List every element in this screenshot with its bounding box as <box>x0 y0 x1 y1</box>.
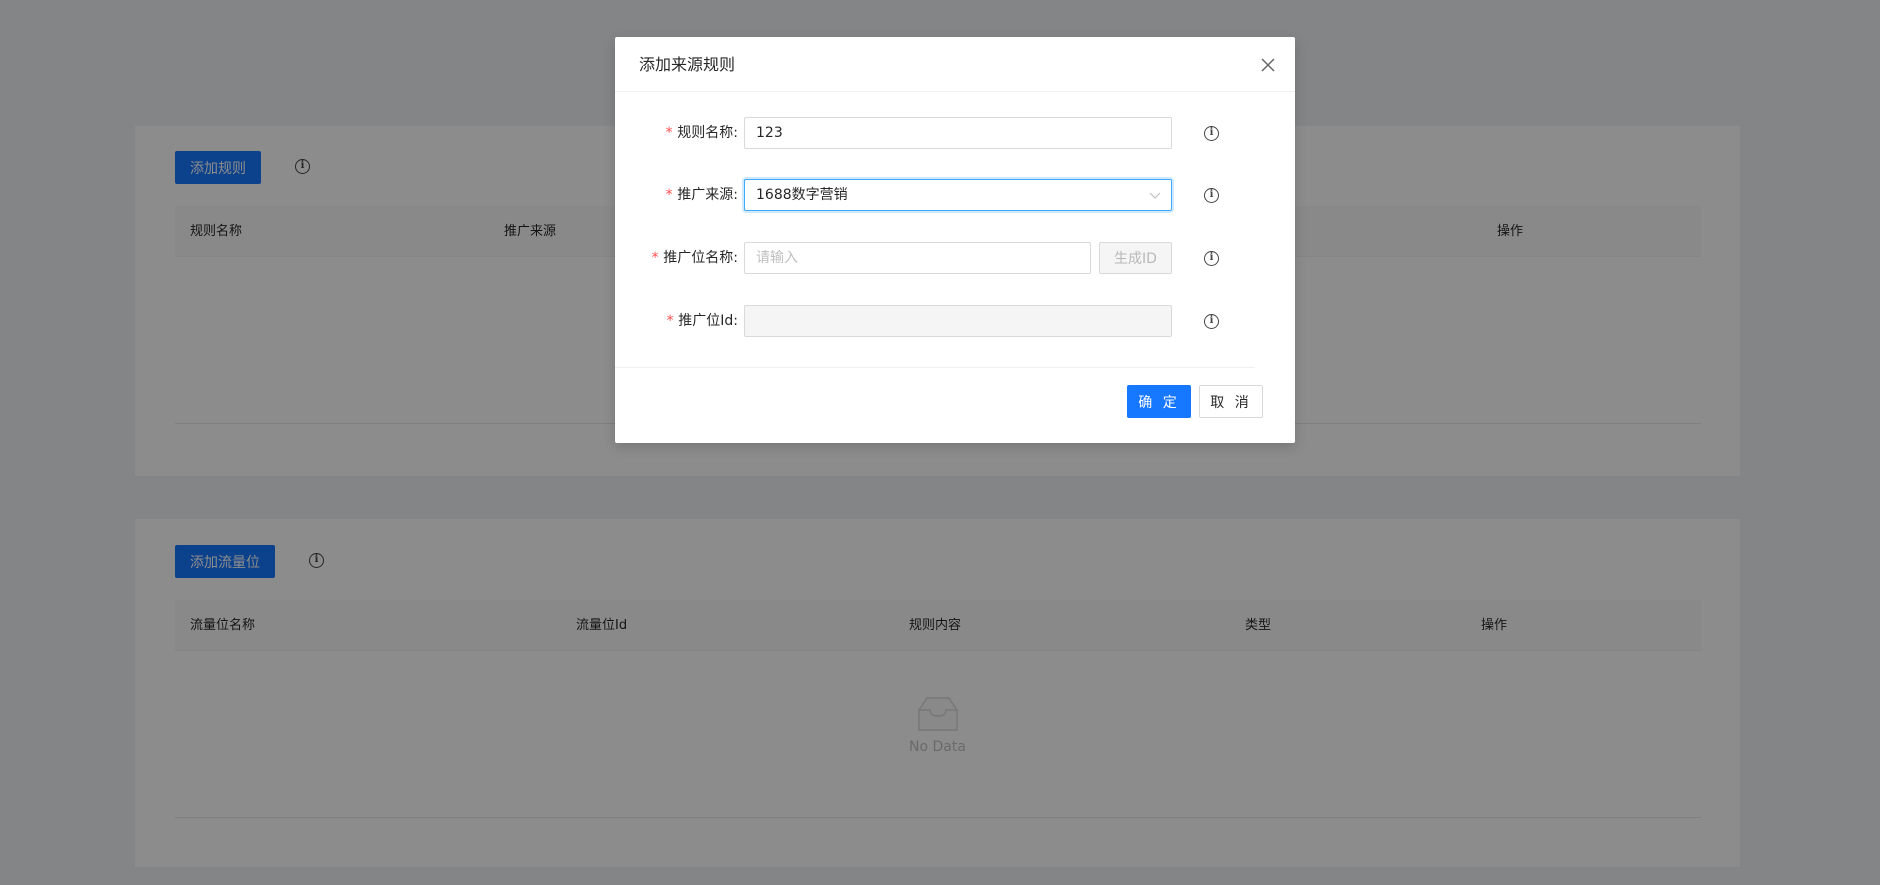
info-icon[interactable]: i <box>1204 314 1219 329</box>
form-row-rule-name: * 规则名称: 123 i <box>615 116 1295 150</box>
form-row-promo-source: * 推广来源: 1688数字营销 i <box>615 178 1295 212</box>
modal-header: 添加来源规则 <box>615 37 1295 92</box>
slot-name-placeholder: 请输入 <box>756 250 798 266</box>
slot-name-input[interactable]: 请输入 <box>744 242 1091 274</box>
rule-name-label: * 规则名称: <box>664 125 738 141</box>
promo-source-label: * 推广来源: <box>664 187 738 203</box>
info-icon[interactable]: i <box>1204 188 1219 203</box>
slot-name-label: * 推广位名称: <box>650 250 738 266</box>
form-row-slot-name: * 推广位名称: 请输入 生成ID i <box>615 241 1295 275</box>
modal-title: 添加来源规则 <box>639 55 736 74</box>
rule-name-input[interactable]: 123 <box>744 117 1172 149</box>
slot-id-label: * 推广位Id: <box>665 313 738 329</box>
ok-button[interactable]: 确 定 <box>1127 385 1191 418</box>
promo-source-select[interactable]: 1688数字营销 <box>744 179 1172 211</box>
info-icon[interactable]: i <box>1204 126 1219 141</box>
generate-id-button[interactable]: 生成ID <box>1099 242 1172 274</box>
form-row-slot-id: * 推广位Id: i <box>615 304 1295 338</box>
promo-source-selected-value: 1688数字营销 <box>756 187 848 203</box>
close-icon[interactable] <box>1259 56 1277 74</box>
modal-footer-divider <box>615 367 1255 368</box>
info-icon[interactable]: i <box>1204 251 1219 266</box>
cancel-button[interactable]: 取 消 <box>1199 385 1263 418</box>
slot-id-input[interactable] <box>744 305 1172 337</box>
chevron-down-icon <box>1149 192 1161 199</box>
add-source-rule-modal: 添加来源规则 * 规则名称: 123 i * 推广来源: 1688数字营销 i * 推… <box>615 37 1295 443</box>
